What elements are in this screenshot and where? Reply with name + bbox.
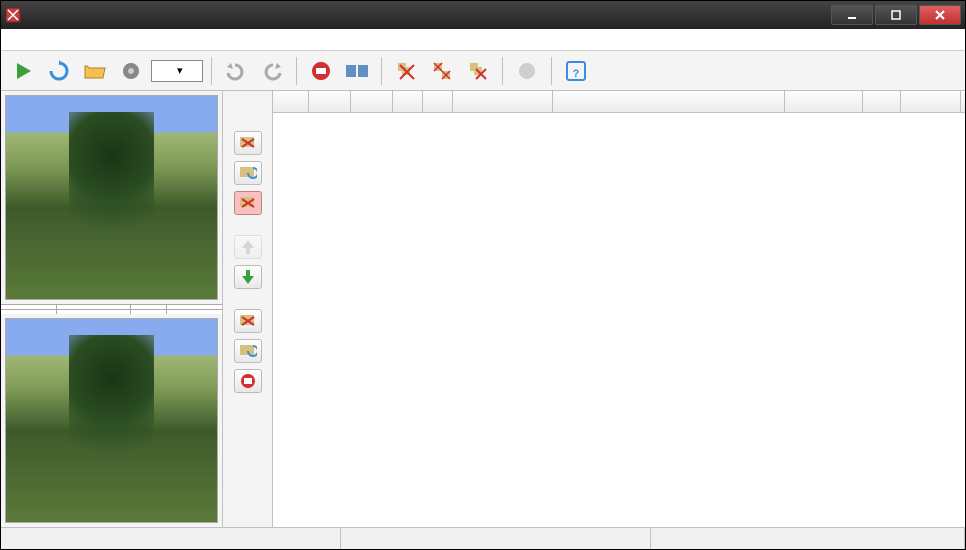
compare-button[interactable] (341, 55, 373, 87)
close-button[interactable] (919, 5, 961, 25)
info-dim (57, 310, 131, 314)
info-size (1, 310, 57, 314)
menubar (1, 29, 965, 51)
delete-first-button[interactable] (390, 55, 422, 87)
zoom-combo[interactable]: ▾ (151, 60, 203, 82)
col-transform[interactable] (393, 91, 423, 112)
col-diff[interactable] (351, 91, 393, 112)
statusbar (1, 527, 965, 549)
open-button[interactable] (79, 55, 111, 87)
delete-second-button[interactable] (462, 55, 494, 87)
app-icon (5, 7, 21, 23)
grid-body[interactable] (273, 113, 965, 527)
settings-button[interactable] (115, 55, 147, 87)
status-selected (651, 528, 965, 549)
delete-both-button[interactable] (426, 55, 458, 87)
status-current (341, 528, 651, 549)
col-result[interactable] (423, 91, 453, 112)
svg-text:?: ? (573, 68, 580, 80)
col-dimensions[interactable] (785, 91, 863, 112)
rotate-first-action[interactable] (234, 161, 262, 185)
col-group[interactable] (309, 91, 351, 112)
move-down-action[interactable] (234, 265, 262, 289)
minimize-button[interactable] (831, 5, 873, 25)
preview-top[interactable] (5, 95, 218, 300)
stop-button[interactable] (305, 55, 337, 87)
delete-first-action[interactable] (234, 131, 262, 155)
rotate-second-action[interactable] (234, 339, 262, 363)
status-total (1, 528, 341, 549)
help-button[interactable]: ? (560, 55, 592, 87)
preview-panel (1, 91, 223, 527)
info-path (167, 310, 222, 314)
grid-header (273, 91, 965, 113)
redo-button[interactable] (256, 55, 288, 87)
preview-bottom[interactable] (5, 318, 218, 523)
move-up-action[interactable] (234, 235, 262, 259)
action-panel (223, 91, 273, 527)
maximize-button[interactable] (875, 5, 917, 25)
undo-button[interactable] (220, 55, 252, 87)
col-type[interactable] (273, 91, 309, 112)
col-folder[interactable] (553, 91, 785, 112)
play-button[interactable] (7, 55, 39, 87)
col-name[interactable] (453, 91, 553, 112)
mistake-button[interactable] (511, 55, 543, 87)
info-ext (131, 310, 167, 314)
preview-bottom-info (1, 309, 222, 314)
results-panel (273, 91, 965, 527)
refresh-button[interactable] (43, 55, 75, 87)
delete-third-action[interactable] (234, 309, 262, 333)
titlebar (1, 1, 965, 29)
delete-second-action[interactable] (234, 191, 262, 215)
toolbar: ▾ ? (1, 51, 965, 91)
col-size[interactable] (901, 91, 961, 112)
col-ext[interactable] (863, 91, 901, 112)
stop-action[interactable] (234, 369, 262, 393)
